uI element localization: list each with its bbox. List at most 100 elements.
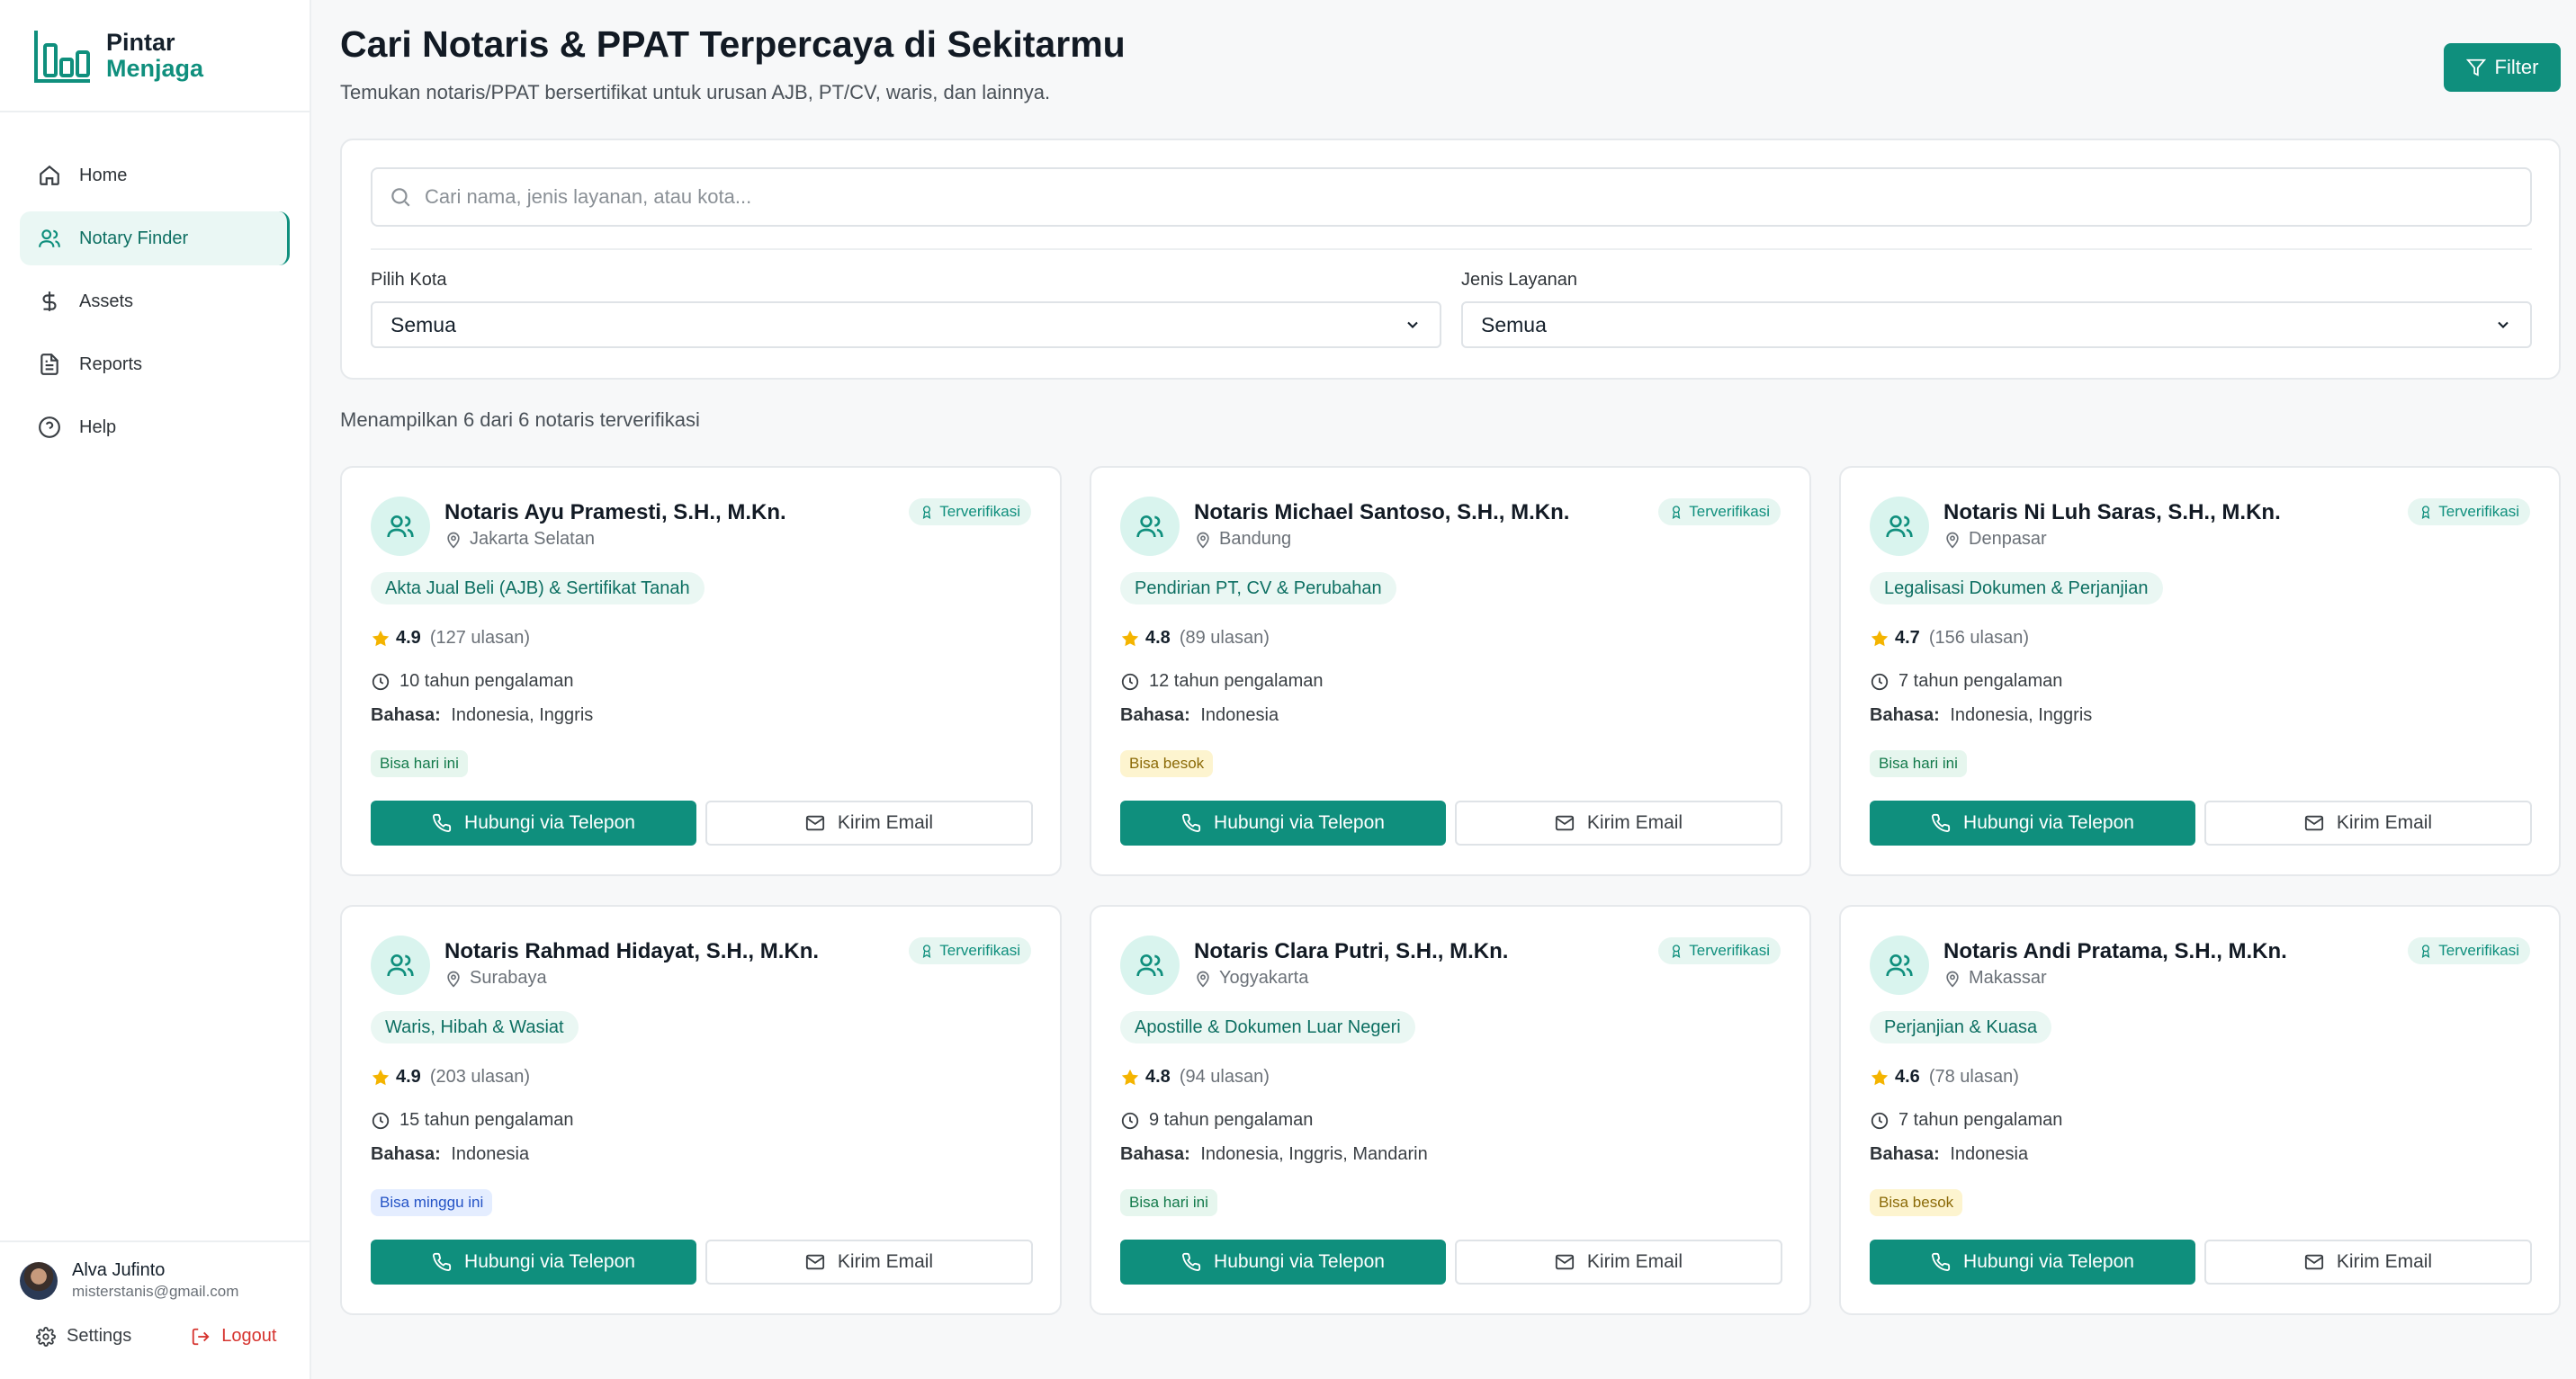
settings-label: Settings: [67, 1326, 132, 1346]
notary-city: Denpasar: [1969, 529, 2047, 549]
experience: 10 tahun pengalaman: [371, 671, 574, 692]
users-icon: [1886, 954, 1913, 977]
sidebar-item-home[interactable]: Home: [20, 148, 290, 202]
map-pin-icon: [1946, 532, 1959, 548]
rating-value: 4.7: [1895, 628, 1920, 648]
filter-icon: [2465, 58, 2486, 76]
search-input[interactable]: [425, 185, 2494, 209]
sidebar-item-notary-finder[interactable]: Notary Finder: [20, 211, 290, 265]
email-button[interactable]: Kirim Email: [705, 1240, 1033, 1285]
call-button[interactable]: Hubungi via Telepon: [1120, 1240, 1446, 1285]
sidebar-item-reports[interactable]: Reports: [20, 337, 290, 391]
award-icon: [2422, 945, 2430, 958]
availability-badge: Bisa hari ini: [1120, 1189, 1217, 1216]
email-button[interactable]: Kirim Email: [2204, 1240, 2532, 1285]
service-chip: Legalisasi Dokumen & Perjanjian: [1870, 572, 2163, 604]
languages: Bahasa: Indonesia: [1120, 705, 1279, 726]
city-select-label: Pilih Kota: [371, 270, 447, 290]
result-count: Menampilkan 6 dari 6 notaris terverifika…: [340, 408, 700, 431]
email-label: Kirim Email: [2336, 1251, 2433, 1272]
mail-icon: [1555, 1254, 1574, 1270]
rating-reviews: (78 ulasan): [1928, 1067, 2019, 1087]
sidebar-nav: Home Notary Finder Assets Reports Help: [0, 112, 310, 454]
verified-label: Terverifikasi: [1689, 503, 1770, 520]
notary-name: Notaris Michael Santoso, S.H., M.Kn.: [1194, 500, 1570, 524]
notary-location: Makassar: [1943, 968, 2047, 989]
clock-icon: [372, 673, 390, 690]
notary-city: Yogyakarta: [1219, 968, 1309, 988]
rating-reviews: (127 ulasan): [429, 628, 530, 648]
notary-city: Jakarta Selatan: [470, 529, 595, 549]
clock-icon: [1871, 1112, 1889, 1129]
notary-city: Makassar: [1969, 968, 2047, 988]
service-chip: Perjanjian & Kuasa: [1870, 1011, 2052, 1043]
experience-text: 12 tahun pengalaman: [1149, 671, 1324, 691]
email-button[interactable]: Kirim Email: [705, 801, 1033, 846]
experience: 15 tahun pengalaman: [371, 1110, 574, 1131]
experience-text: 9 tahun pengalaman: [1149, 1110, 1314, 1130]
award-icon: [1673, 506, 1681, 519]
rating-reviews: (89 ulasan): [1179, 628, 1270, 648]
experience: 12 tahun pengalaman: [1120, 671, 1324, 692]
call-button[interactable]: Hubungi via Telepon: [1870, 1240, 2195, 1285]
sidebar-item-label: Home: [79, 165, 128, 185]
rating: 4.9 (127 ulasan): [371, 628, 530, 649]
languages: Bahasa: Indonesia, Inggris, Mandarin: [1120, 1144, 1428, 1165]
star-icon: [1121, 630, 1139, 646]
service-chip: Waris, Hibah & Wasiat: [371, 1011, 579, 1043]
verified-label: Terverifikasi: [2438, 503, 2519, 520]
sidebar-item-help[interactable]: Help: [20, 400, 290, 454]
email-button[interactable]: Kirim Email: [2204, 801, 2532, 846]
search-box[interactable]: [371, 167, 2532, 227]
star-icon: [1871, 630, 1889, 646]
logout-icon: [193, 1328, 210, 1345]
mail-icon: [2304, 1254, 2323, 1270]
mail-icon: [2304, 815, 2323, 831]
email-label: Kirim Email: [1586, 1251, 1683, 1272]
user-profile[interactable]: Alva Jufinto misterstanis@gmail.com: [20, 1260, 290, 1301]
city-select[interactable]: Semua: [371, 301, 1441, 348]
dollar-icon: [42, 291, 57, 311]
experience-text: 10 tahun pengalaman: [399, 671, 574, 691]
phone-icon: [1932, 813, 1951, 832]
languages: Bahasa: Indonesia: [371, 1144, 529, 1165]
star-icon: [372, 1069, 390, 1085]
service-select-label: Jenis Layanan: [1461, 270, 1577, 290]
availability-badge: Bisa besok: [1870, 1189, 1963, 1216]
notary-avatar: [1120, 497, 1180, 556]
call-button[interactable]: Hubungi via Telepon: [1870, 801, 2195, 846]
clock-icon: [1121, 673, 1139, 690]
languages: Bahasa: Indonesia, Inggris: [371, 705, 593, 726]
availability-badge: Bisa hari ini: [371, 750, 468, 777]
map-pin-icon: [1946, 971, 1959, 987]
phone-icon: [433, 1252, 452, 1271]
clock-icon: [372, 1112, 390, 1129]
phone-icon: [1182, 1252, 1201, 1271]
logout-button[interactable]: Logout: [191, 1326, 276, 1347]
award-icon: [1673, 945, 1681, 958]
email-label: Kirim Email: [837, 1251, 934, 1272]
call-label: Hubungi via Telepon: [464, 812, 635, 833]
email-button[interactable]: Kirim Email: [1455, 801, 1782, 846]
search-panel: Pilih Kota Semua Jenis Layanan Semua: [340, 139, 2561, 380]
email-button[interactable]: Kirim Email: [1455, 1240, 1782, 1285]
brand[interactable]: Pintar Menjaga: [0, 0, 310, 112]
rating: 4.8 (94 ulasan): [1120, 1067, 1270, 1088]
service-chip: Pendirian PT, CV & Perubahan: [1120, 572, 1396, 604]
settings-button[interactable]: Settings: [36, 1326, 131, 1347]
call-button[interactable]: Hubungi via Telepon: [371, 1240, 696, 1285]
sidebar-item-label: Reports: [79, 354, 143, 374]
notary-location: Surabaya: [444, 968, 547, 989]
filter-button[interactable]: Filter: [2444, 43, 2561, 92]
service-select[interactable]: Semua: [1461, 301, 2532, 348]
call-button[interactable]: Hubungi via Telepon: [371, 801, 696, 846]
notary-avatar: [371, 936, 430, 995]
call-button[interactable]: Hubungi via Telepon: [1120, 801, 1446, 846]
user-email: misterstanis@gmail.com: [72, 1283, 239, 1300]
sidebar-item-assets[interactable]: Assets: [20, 274, 290, 328]
notary-card: Notaris Rahmad Hidayat, S.H., M.Kn. Sura…: [340, 905, 1062, 1315]
award-icon: [923, 506, 931, 519]
help-circle-icon: [39, 416, 60, 438]
divider: [371, 248, 2532, 250]
verified-label: Terverifikasi: [939, 503, 1020, 520]
